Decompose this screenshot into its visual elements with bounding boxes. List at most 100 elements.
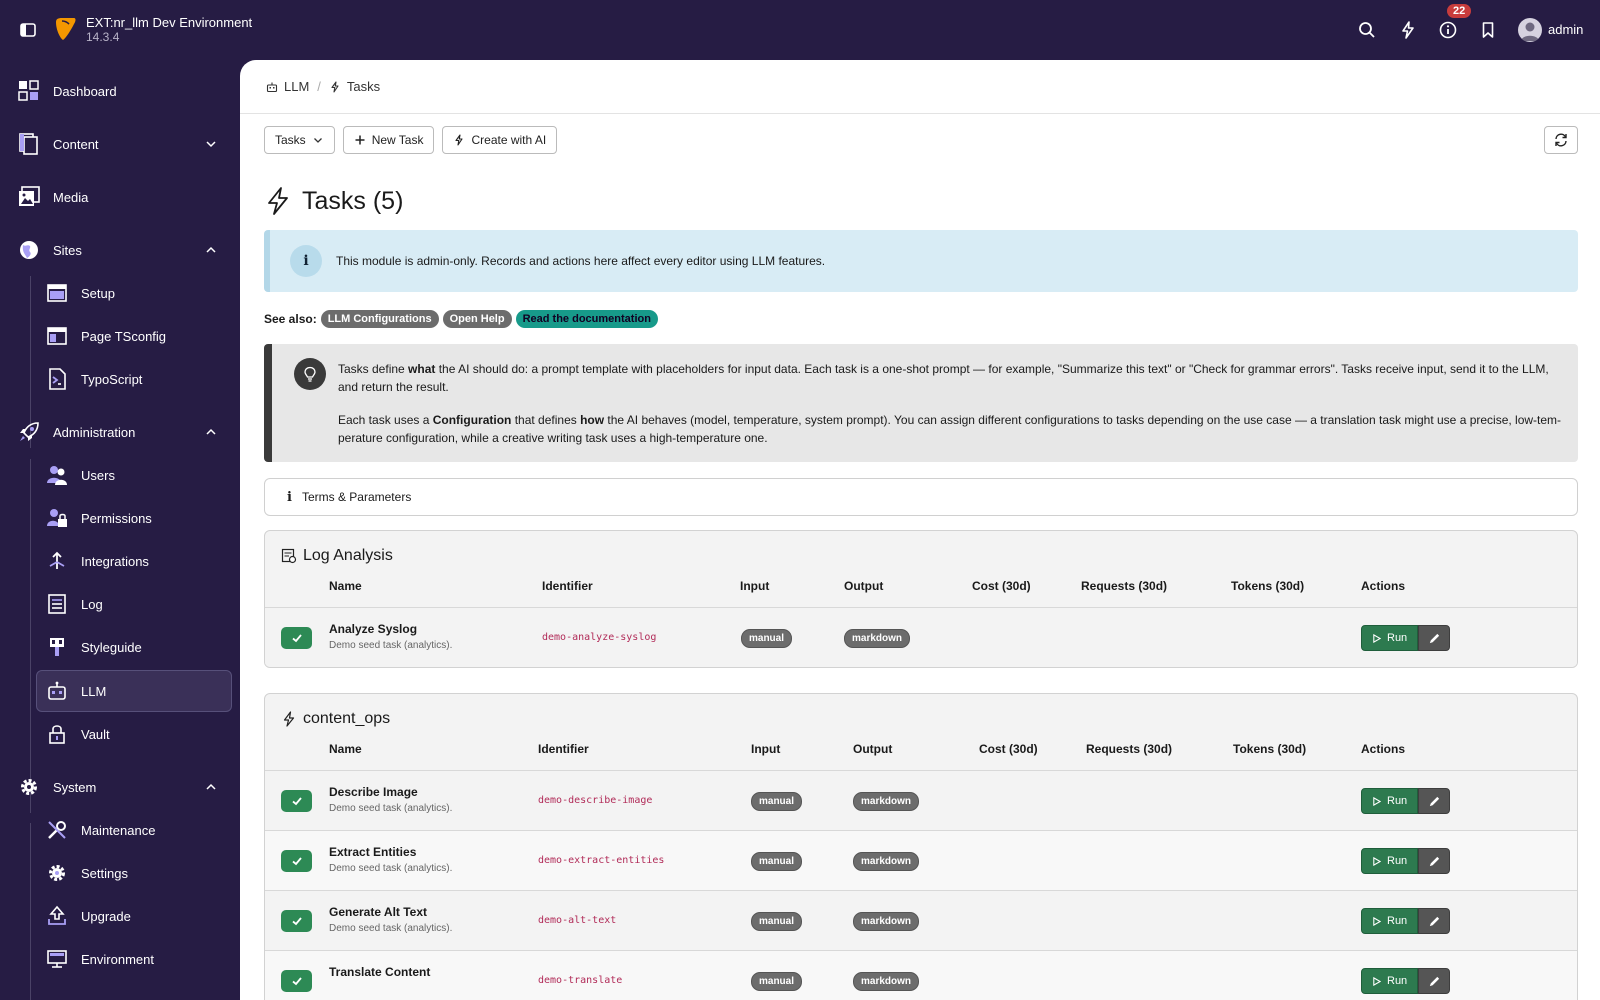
task-description: Demo seed task (analytics). <box>329 923 453 934</box>
col-header-actions: Actions <box>1361 579 1406 593</box>
edit-button[interactable] <box>1418 908 1451 934</box>
user-avatar[interactable] <box>1518 18 1542 42</box>
refresh-button[interactable] <box>1544 126 1578 154</box>
task-active-toggle[interactable] <box>281 970 312 992</box>
sidebar-item-log[interactable]: Log <box>0 582 240 626</box>
edit-button[interactable] <box>1418 848 1451 874</box>
lightbulb-icon <box>294 358 326 390</box>
sidebar-item-users[interactable]: Users <box>0 453 240 497</box>
sidebar-item-administration[interactable]: Administration <box>0 410 240 454</box>
row-actions: Run <box>1361 625 1451 651</box>
typoscript-icon <box>49 368 66 390</box>
wrench-icon <box>48 821 66 839</box>
flash-icon[interactable] <box>1398 20 1418 40</box>
sidebar-item-maintenance[interactable]: Maintenance <box>0 808 240 852</box>
check-icon <box>291 917 302 926</box>
sidebar-item-llm[interactable]: LLM <box>0 669 240 713</box>
run-button[interactable]: Run <box>1361 848 1419 874</box>
sidebar-item-integrations[interactable]: Integrations <box>0 539 240 583</box>
run-button[interactable]: Run <box>1361 968 1419 994</box>
notification-badge: 22 <box>1447 4 1472 18</box>
sidebar-item-setup[interactable]: Setup <box>0 271 240 315</box>
input-badge: manual <box>751 912 803 931</box>
chevron-down-icon[interactable] <box>204 137 218 151</box>
task-name[interactable]: Extract Entities <box>329 845 416 859</box>
bookmark-icon[interactable] <box>1478 20 1498 40</box>
link-open-help[interactable]: Open Help <box>442 310 512 328</box>
task-active-toggle[interactable] <box>281 790 312 812</box>
page-title: Tasks (5) <box>264 186 403 216</box>
task-name[interactable]: Translate Content <box>329 965 430 979</box>
run-button[interactable]: Run <box>1361 788 1419 814</box>
tasks-dropdown[interactable]: Tasks <box>264 126 335 154</box>
sidebar-item-content[interactable]: Content <box>0 122 240 166</box>
username[interactable]: admin <box>1548 22 1583 37</box>
chevron-down-icon <box>313 138 322 143</box>
sidebar-toggle-icon[interactable] <box>18 20 38 40</box>
sidebar-item-environment[interactable]: Environment <box>0 937 240 981</box>
task-active-toggle[interactable] <box>281 850 312 872</box>
group-title: content_ops <box>281 710 390 728</box>
check-icon <box>291 797 302 806</box>
chevron-up-icon[interactable] <box>204 780 218 794</box>
settings-icon <box>49 865 65 881</box>
col-header-output: Output <box>853 742 893 756</box>
run-button[interactable]: Run <box>1361 625 1419 651</box>
task-active-toggle[interactable] <box>281 910 312 932</box>
group-title: Log Analysis <box>281 547 393 565</box>
task-name[interactable]: Generate Alt Text <box>329 905 427 919</box>
output-badge: markdown <box>853 852 920 871</box>
task-description: Demo seed task (analytics). <box>329 640 453 651</box>
breadcrumb-parent[interactable]: LLM <box>284 79 309 94</box>
sidebar-item-media[interactable]: Media <box>0 175 240 219</box>
breadcrumb-current: Tasks <box>346 79 381 94</box>
log-icon <box>48 594 66 614</box>
refresh-icon <box>1555 133 1567 147</box>
sidebar-item-permissions[interactable]: Permissions <box>0 496 240 540</box>
edit-button[interactable] <box>1418 788 1451 814</box>
sidebar-item-label: System <box>53 779 97 795</box>
terms-label: Terms & Parameters <box>301 490 412 504</box>
info-icon: i <box>287 489 292 505</box>
edit-button[interactable] <box>1418 968 1451 994</box>
row-actions: Run <box>1361 848 1451 874</box>
sidebar-item-sites[interactable]: Sites <box>0 228 240 272</box>
typo3-logo-icon[interactable] <box>54 16 78 42</box>
sidebar-item-typoscript[interactable]: TypoScript <box>0 357 240 401</box>
sidebar-item-styleguide[interactable]: Styleguide <box>0 625 240 669</box>
task-active-toggle[interactable] <box>281 627 312 649</box>
link-read-documentation[interactable]: Read the documentation <box>515 310 658 328</box>
sidebar-item-label: Users <box>81 467 115 483</box>
col-header-input: Input <box>740 579 770 593</box>
create-with-ai-button[interactable]: Create with AI <box>442 126 558 154</box>
sidebar-item-upgrade[interactable]: Upgrade <box>0 894 240 938</box>
edit-button[interactable] <box>1418 625 1451 651</box>
col-header-identifier: Identifier <box>538 742 589 756</box>
sidebar-item-settings[interactable]: Settings <box>0 851 240 895</box>
chevron-up-icon[interactable] <box>204 243 218 257</box>
gear-icon <box>21 779 37 795</box>
sidebar-item-label: Page TSconfig <box>81 328 167 344</box>
run-button[interactable]: Run <box>1361 908 1419 934</box>
sidebar-item-vault[interactable]: Vault <box>0 712 240 756</box>
task-name[interactable]: Analyze Syslog <box>329 622 417 636</box>
task-name[interactable]: Describe Image <box>329 785 418 799</box>
main-content: LLM / Tasks Tasks New Task Create with A… <box>240 60 1600 1000</box>
new-task-button[interactable]: New Task <box>342 126 435 154</box>
chevron-up-icon[interactable] <box>204 425 218 439</box>
search-icon[interactable] <box>1357 20 1377 40</box>
sidebar-item-label: Environment <box>81 951 154 967</box>
sidebar-item-dashboard[interactable]: Dashboard <box>0 69 240 113</box>
sidebar-item-label: Vault <box>81 726 110 742</box>
pencil-icon <box>1429 856 1439 866</box>
group-title-text: content_ops <box>303 710 391 727</box>
link-llm-configurations[interactable]: LLM Configurations <box>320 310 439 328</box>
info-icon[interactable] <box>1438 20 1458 40</box>
terms-parameters-toggle[interactable]: i Terms & Parameters <box>264 478 1578 516</box>
table-row: Generate Alt Text Demo seed task (analyt… <box>265 890 1577 950</box>
col-header-tokens: Tokens (30d) <box>1231 579 1305 593</box>
tasks-dropdown-label: Tasks <box>275 133 306 147</box>
sidebar-item-page-tsconfig[interactable]: Page TSconfig <box>0 314 240 358</box>
sidebar-item-system[interactable]: System <box>0 765 240 809</box>
pencil-icon <box>1429 633 1439 643</box>
